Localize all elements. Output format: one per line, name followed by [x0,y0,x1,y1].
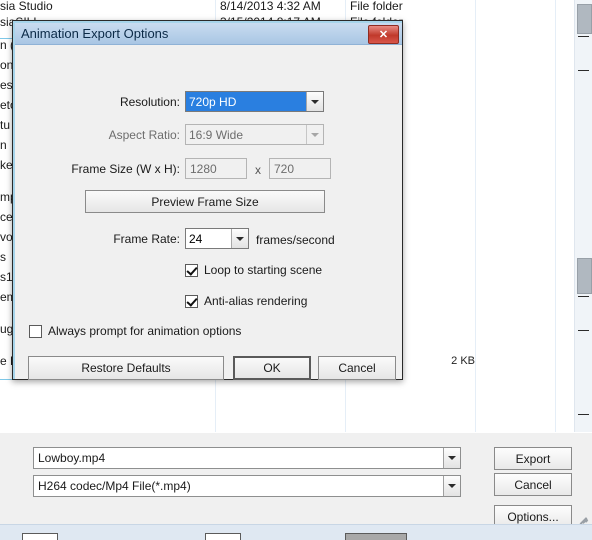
column-separator [555,0,556,432]
filename-combobox[interactable]: Lowboy.mp4 [33,447,461,469]
chevron-down-icon[interactable] [231,229,248,248]
animation-export-options-dialog: Animation Export Options ✕ Resolution: 7… [12,20,403,380]
scrollbar-tick [578,36,589,37]
always-prompt-checkbox-row[interactable]: Always prompt for animation options [29,324,241,338]
frame-rate-dropdown[interactable]: 24 [185,228,249,249]
always-prompt-label: Always prompt for animation options [48,324,242,338]
resolution-label: Resolution: [119,95,180,109]
frame-height-field: 720 [269,158,331,179]
file-size-cell: 2 KB [451,355,475,367]
frame-rate-units: frames/second [256,233,335,247]
bottom-toolbar-strip [0,524,592,540]
preview-frame-size-button[interactable]: Preview Frame Size [85,190,325,213]
chevron-down-icon[interactable] [443,448,460,468]
scrollbar-thumb[interactable] [577,4,592,34]
file-type-cell: File folder [350,0,403,13]
dialog-body: Resolution: 720p HD Aspect Ratio: 16:9 W… [15,45,402,380]
resolution-dropdown[interactable]: 720p HD [185,91,324,112]
frame-size-label: Frame Size (W x H): [71,162,180,176]
frame-width-field: 1280 [185,158,247,179]
restore-defaults-button[interactable]: Restore Defaults [28,356,224,380]
scrollbar-tick [578,414,589,415]
export-button[interactable]: Export [494,447,572,470]
aspect-ratio-dropdown: 16:9 Wide [185,124,324,145]
file-name-cell[interactable]: sia Studio [0,0,53,13]
file-date-cell: 8/14/2013 4:32 AM [220,0,321,13]
anti-alias-rendering-label: Anti-alias rendering [204,294,308,308]
format-combobox[interactable]: H264 codec/Mp4 File(*.mp4) [33,475,461,497]
chevron-down-icon[interactable] [306,92,323,111]
dialog-title: Animation Export Options [21,26,169,41]
column-separator [475,0,476,432]
scrollbar-tick [578,330,589,331]
cancel-button[interactable]: Cancel [318,356,396,380]
aspect-ratio-label: Aspect Ratio: [108,128,180,142]
loop-to-starting-scene-label: Loop to starting scene [204,263,323,277]
checkbox-checked-icon[interactable] [185,294,198,308]
scrollbar-tick [578,70,589,71]
anti-alias-rendering-checkbox-row[interactable]: Anti-alias rendering [185,294,307,308]
frame-size-separator: x [255,163,261,177]
chevron-down-icon[interactable] [443,476,460,496]
ok-button[interactable]: OK [233,356,311,380]
aspect-ratio-value: 16:9 Wide [189,127,244,142]
chevron-down-icon [306,125,323,144]
dialog-titlebar[interactable]: Animation Export Options ✕ [15,23,402,45]
cancel-button[interactable]: Cancel [494,473,572,496]
explorer-scrollbar[interactable] [574,0,592,432]
checkbox-unchecked-icon[interactable] [29,324,42,338]
frame-rate-label: Frame Rate: [113,232,180,246]
filename-value: Lowboy.mp4 [38,451,106,465]
loop-to-starting-scene-checkbox-row[interactable]: Loop to starting scene [185,263,322,277]
resize-grip[interactable] [577,510,591,525]
scrollbar-tick [578,296,589,297]
scrollbar-thumb[interactable] [577,258,592,294]
checkbox-checked-icon[interactable] [185,263,198,277]
close-icon[interactable]: ✕ [368,25,399,44]
export-panel: Lowboy.mp4 H264 codec/Mp4 File(*.mp4) Ex… [0,432,592,528]
frame-rate-value: 24 [189,231,203,246]
format-value: H264 codec/Mp4 File(*.mp4) [38,479,191,493]
resolution-value: 720p HD [186,92,306,111]
